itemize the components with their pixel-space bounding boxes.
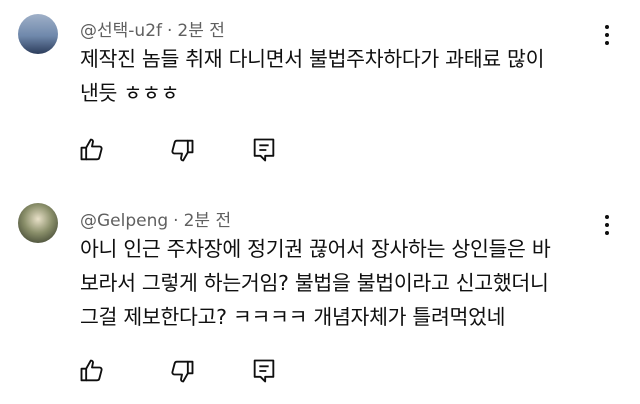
author-name[interactable]: @Gelpeng: [80, 211, 168, 231]
comment-text: 제작진 놈들 취재 다니면서 불법주차하다가 과태료 많이 낸듯 ㅎㅎㅎ: [80, 42, 580, 110]
avatar[interactable]: [18, 14, 58, 54]
comment-text: 아니 인근 주차장에 정기권 끊어서 장사하는 상인들은 바 보라서 그렇게 하…: [80, 232, 580, 334]
dislike-button[interactable]: [168, 136, 196, 164]
reply-button[interactable]: [250, 357, 278, 385]
comment: @Gelpeng · 2분 전 아니 인근 주차장에 정기권 끊어서 장사하는 상인…: [0, 195, 640, 404]
dislike-button[interactable]: [168, 357, 196, 385]
like-button[interactable]: [78, 136, 106, 164]
more-vertical-icon[interactable]: [604, 215, 610, 237]
thumbs-up-icon: [80, 359, 103, 382]
thumbs-down-icon: [171, 360, 194, 383]
reply-button[interactable]: [250, 136, 278, 164]
reply-icon: [253, 359, 275, 383]
comment-actions: [78, 357, 298, 385]
comment-meta: @선택-u2f · 2분 전: [80, 21, 225, 41]
thumbs-down-icon: [171, 139, 194, 162]
more-vertical-icon[interactable]: [604, 25, 610, 47]
comment-text-line: 아니 인근 주차장에 정기권 끊어서 장사하는 상인들은 바: [80, 237, 551, 261]
comment-text-line: 제작진 놈들 취재 다니면서 불법주차하다가 과태료 많이: [80, 47, 545, 71]
thumbs-up-icon: [80, 138, 103, 161]
comment-text-line: 낸듯 ㅎㅎㅎ: [80, 81, 180, 105]
comment-text-line: 보라서 그렇게 하는거임? 불법을 불법이라고 신고했더니: [80, 271, 549, 295]
author-name[interactable]: @선택-u2f: [80, 21, 162, 41]
comment-time[interactable]: 2분 전: [177, 21, 225, 41]
comment-meta: @Gelpeng · 2분 전: [80, 211, 232, 231]
comment: @선택-u2f · 2분 전 제작진 놈들 취재 다니면서 불법주차하다가 과태료 …: [0, 0, 640, 195]
comment-text-line: 그걸 제보한다고? ㅋㅋㅋㅋ 개념자체가 틀려먹었네: [80, 305, 506, 329]
comment-time[interactable]: 2분 전: [184, 211, 232, 231]
reply-icon: [253, 138, 275, 162]
avatar[interactable]: [18, 203, 58, 243]
comment-actions: [78, 136, 298, 164]
like-button[interactable]: [78, 357, 106, 385]
